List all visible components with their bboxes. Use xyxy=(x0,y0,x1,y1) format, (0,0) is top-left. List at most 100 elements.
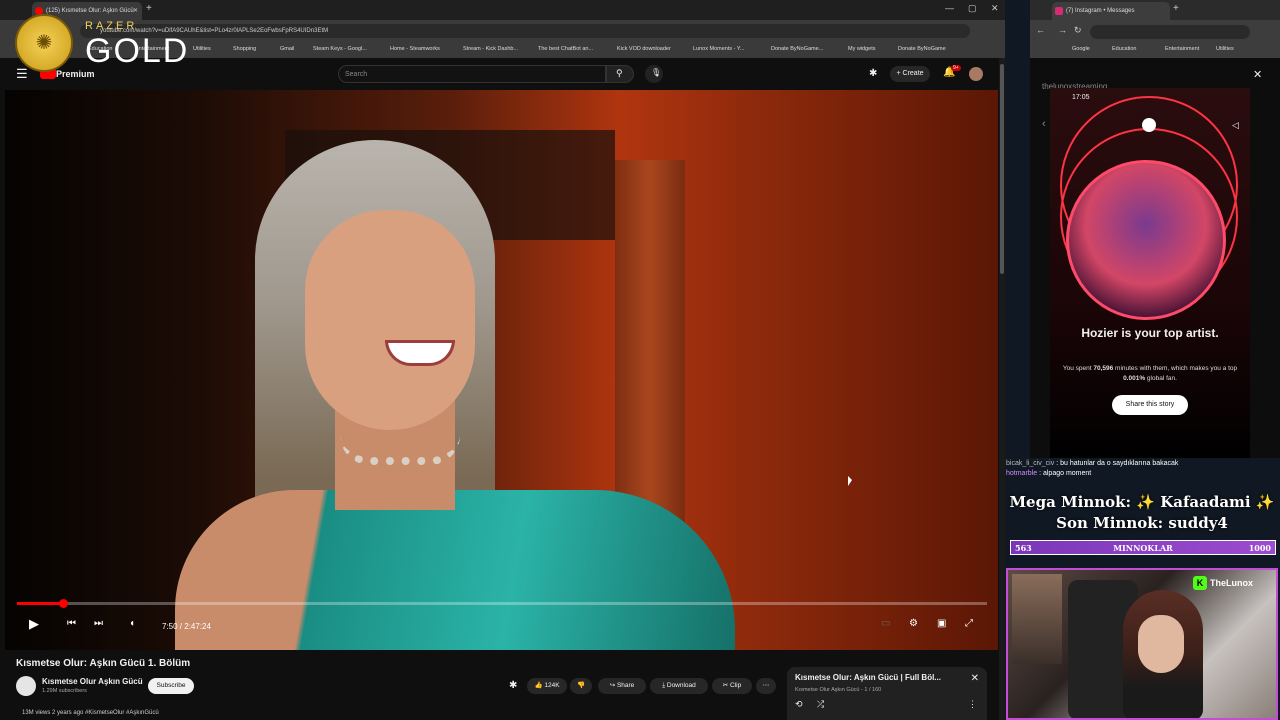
bookmark[interactable]: Entertainment xyxy=(1165,46,1199,52)
channel-avatar[interactable] xyxy=(16,676,36,696)
bookmark[interactable]: Utilities xyxy=(193,46,211,52)
fullscreen-icon[interactable]: ⤢ xyxy=(965,618,973,629)
progress-bar[interactable] xyxy=(17,599,987,608)
summary-text: You spent xyxy=(1062,365,1094,372)
thumbs-up-icon: 👍 xyxy=(534,682,545,689)
left-browser-window: (125) Kısmetse Olur: Aşkın Gücü ✕ + — ▢ … xyxy=(0,0,1005,720)
right-bookmarks-bar: Google Education Entertainment Utilities xyxy=(1030,44,1280,58)
spotify-logo-icon xyxy=(1142,118,1156,132)
video-player[interactable]: ▶ ⏮ ⏭ ◖ 7:50 / 2:47:24 ▭ ⚙ ▣ ⤢ xyxy=(5,90,998,650)
chat-text: bu hatunlar da o saydıklarına bakacak xyxy=(1060,460,1179,467)
minutes-value: 70,596 xyxy=(1093,365,1114,372)
theater-mode-icon[interactable]: ▣ xyxy=(937,618,946,629)
scrollbar-thumb[interactable] xyxy=(1000,64,1004,274)
chat-message: bicak_li_civ_civ : bu hatunlar da o sayd… xyxy=(1006,460,1179,467)
close-story-icon[interactable]: ✕ xyxy=(1253,68,1262,81)
clip-button[interactable]: ✂ Clip xyxy=(712,678,752,694)
dislike-button[interactable]: 👎 xyxy=(570,678,592,694)
instagram-favicon-icon xyxy=(1055,7,1063,15)
close-tab-icon[interactable]: ✕ xyxy=(133,2,138,20)
menu-icon[interactable]: ☰ xyxy=(16,66,28,82)
chat-user: bicak_li_civ_civ xyxy=(1006,460,1055,467)
razer-logo-icon: ✺ xyxy=(15,14,73,72)
right-url-field[interactable] xyxy=(1090,25,1250,39)
bookmark[interactable]: Education xyxy=(1112,46,1136,52)
bookmark[interactable]: Kick VOD downloader xyxy=(617,46,671,52)
mute-icon[interactable]: ◁ xyxy=(1232,120,1239,131)
minimize-icon[interactable]: — xyxy=(945,3,954,13)
ask-icon[interactable]: ✱ xyxy=(509,680,517,691)
progress-fill xyxy=(17,602,63,605)
kick-logo-icon: K xyxy=(1193,576,1207,590)
chat-message: hotmarble : alpago moment xyxy=(1006,470,1092,477)
top-artist-headline: Hozier is your top artist. xyxy=(1081,326,1219,340)
story-prev-icon[interactable]: ‹ xyxy=(1042,118,1046,130)
views-line: 13M views 2 years ago #KismetseOlur #Aşk… xyxy=(22,710,159,716)
forward-icon[interactable]: → xyxy=(1058,25,1067,35)
loop-icon[interactable]: ⟲ xyxy=(795,699,803,710)
shuffle-icon[interactable]: ⤮ xyxy=(817,699,824,710)
bookmark[interactable]: Donate ByNoGame xyxy=(898,46,946,52)
bookmark[interactable]: Utilities xyxy=(1216,46,1234,52)
tab-title: (7) Instagram • Messages xyxy=(1066,8,1135,14)
right-tab-bar: (7) Instagram • Messages + xyxy=(1030,0,1280,20)
mic-button[interactable]: 🎙 xyxy=(645,65,663,83)
create-button[interactable]: + Create xyxy=(890,66,930,82)
channel-name[interactable]: Kısmetse Olur Aşkın Gücü xyxy=(42,677,143,686)
razer-brand-text: RAZER xyxy=(85,20,138,32)
bookmark[interactable]: The best ChatBot an... xyxy=(538,46,593,52)
volume-icon[interactable]: ◖ xyxy=(129,618,135,629)
reload-icon[interactable]: ↻ xyxy=(1074,25,1082,36)
goal-label: MINNOKLAR xyxy=(1113,543,1173,553)
account-avatar[interactable] xyxy=(969,67,983,81)
extension-icon[interactable]: ✱ xyxy=(869,68,877,79)
settings-gear-icon[interactable]: ⚙ xyxy=(909,618,918,629)
subscribe-button[interactable]: Subscribe xyxy=(148,678,194,694)
chat-text: alpago moment xyxy=(1042,470,1092,477)
download-label: Download xyxy=(666,682,696,689)
close-window-icon[interactable]: ✕ xyxy=(991,3,999,14)
more-actions-button[interactable]: ⋯ xyxy=(756,678,776,694)
mic-icon: 🎙 xyxy=(651,68,662,77)
playlist-panel[interactable]: Kısmetse Olur: Aşkın Gücü | Full Böl... … xyxy=(787,667,987,720)
previous-icon[interactable]: ⏮ xyxy=(67,618,76,629)
progress-scrubber[interactable] xyxy=(58,599,68,608)
download-button[interactable]: ⤓ Download xyxy=(650,678,708,694)
maximize-icon[interactable]: ▢ xyxy=(968,3,977,14)
bookmark[interactable]: Stream - Kick Dashb... xyxy=(463,46,518,52)
bookmark[interactable]: Shopping xyxy=(233,46,256,52)
search-icon: ⚲ xyxy=(616,68,623,78)
bookmark[interactable]: Lunox Moments - Y... xyxy=(693,46,744,52)
streamer-face xyxy=(1138,615,1184,673)
new-tab-icon[interactable]: + xyxy=(1173,3,1179,14)
summary-text: minutes with them, which makes you a top xyxy=(1113,365,1238,372)
summary-text: global fan. xyxy=(1145,375,1177,382)
tab-instagram[interactable]: (7) Instagram • Messages xyxy=(1052,2,1170,20)
close-playlist-icon[interactable]: ✕ xyxy=(971,673,979,684)
new-tab-icon[interactable]: + xyxy=(146,3,152,14)
bookmark[interactable]: Home - Steamworks xyxy=(390,46,440,52)
share-button[interactable]: ↪ Share xyxy=(598,678,646,694)
share-icon: ↪ xyxy=(609,682,617,689)
back-icon[interactable]: ← xyxy=(1036,25,1045,35)
bookmark[interactable]: Gmail xyxy=(280,46,294,52)
share-label: Share xyxy=(616,682,635,689)
next-icon[interactable]: ⏭ xyxy=(94,618,103,629)
minnok-goal-bar: 563 MINNOKLAR 1000 xyxy=(1010,540,1276,555)
bookmark[interactable]: Google xyxy=(1072,46,1090,52)
like-button[interactable]: 👍 124K xyxy=(527,678,567,694)
spotify-wrapped-story[interactable]: 17:05 ◁ Hozier is your top artist. You s… xyxy=(1050,88,1250,458)
bookmark[interactable]: Steam Keys - Googl... xyxy=(313,46,367,52)
bookmark[interactable]: Donate ByNoGame... xyxy=(771,46,823,52)
url-field[interactable]: youtube.com/watch?v=uDlfA9CAUhE&list=PLo… xyxy=(80,24,970,38)
search-input[interactable]: Search xyxy=(338,65,606,83)
bookmark[interactable]: My widgets xyxy=(848,46,876,52)
play-icon[interactable]: ▶ xyxy=(29,616,39,632)
share-story-button[interactable]: Share this story xyxy=(1112,395,1188,415)
search-button[interactable]: ⚲ xyxy=(606,65,634,83)
captions-icon[interactable]: ▭ xyxy=(881,618,890,629)
goal-target: 1000 xyxy=(1248,543,1271,553)
story-time: 17:05 xyxy=(1072,94,1090,101)
kick-channel-name: TheLunox xyxy=(1210,578,1253,588)
playlist-more-icon[interactable]: ⋮ xyxy=(968,699,977,710)
